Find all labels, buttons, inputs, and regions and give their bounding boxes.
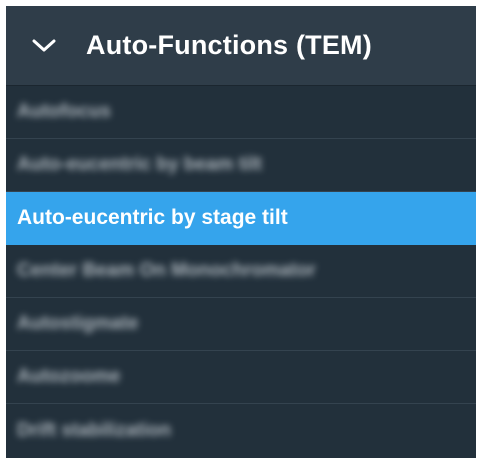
list-item[interactable]: Center Beam On Monochromator [6,245,476,298]
section-header[interactable]: Auto-Functions (TEM) [6,6,476,86]
list-item[interactable]: Auto-eucentric by beam tilt [6,139,476,192]
list-item-label: Auto-eucentric by stage tilt [17,206,288,229]
auto-functions-list: Autofocus Auto-eucentric by beam tilt Au… [6,86,476,457]
list-item-label: Autostigmate [17,313,139,334]
section-title: Auto-Functions (TEM) [86,30,372,60]
list-item-label: Center Beam On Monochromator [17,260,316,281]
list-item-label: Auto-eucentric by beam tilt [17,154,262,175]
list-item[interactable]: Autostigmate [6,298,476,351]
list-item-selected[interactable]: Auto-eucentric by stage tilt [6,192,476,245]
list-item-label: Autozoome [17,366,121,387]
list-item-label: Drift stabilization [17,419,172,441]
list-item[interactable]: Drift stabilization [6,404,476,457]
list-item-label: Autofocus [17,101,111,122]
auto-functions-panel: Auto-Functions (TEM) Autofocus Auto-euce… [6,6,476,458]
list-item[interactable]: Autozoome [6,351,476,404]
list-item[interactable]: Autofocus [6,86,476,139]
chevron-down-icon[interactable] [32,39,56,53]
